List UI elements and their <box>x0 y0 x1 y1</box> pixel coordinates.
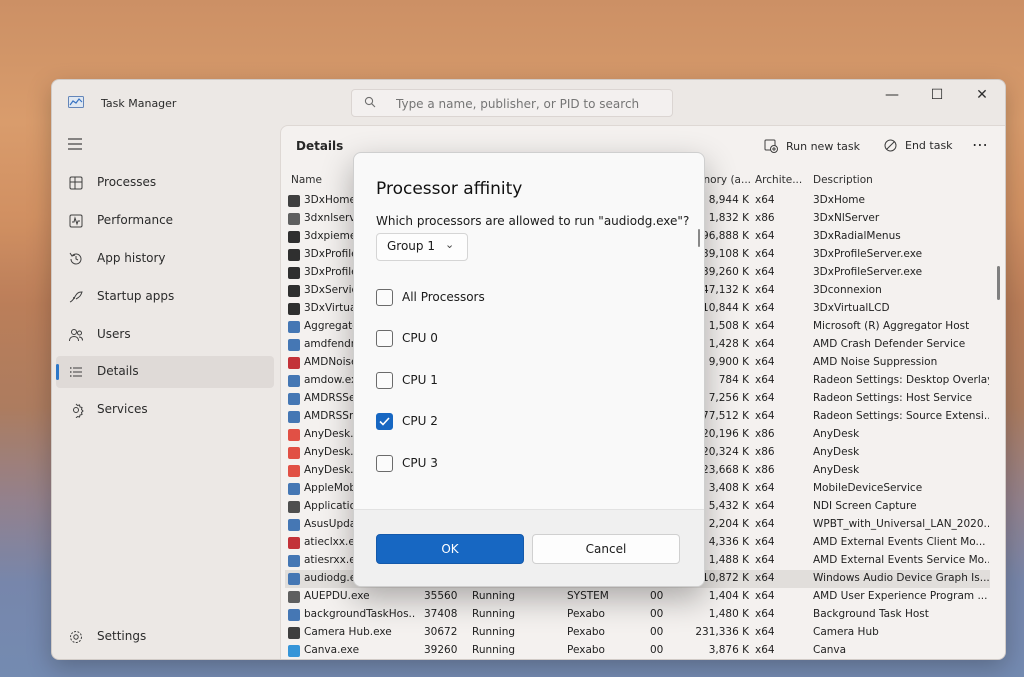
processor-option-label: CPU 1 <box>402 373 438 387</box>
checkbox[interactable] <box>376 412 393 430</box>
processor-option-label: CPU 3 <box>402 456 438 470</box>
group-dropdown[interactable]: Group 1 ⌄ <box>376 233 468 261</box>
checkbox[interactable] <box>376 454 393 472</box>
checkbox[interactable] <box>376 371 393 389</box>
processor-option[interactable]: CPU 3 <box>376 453 438 473</box>
cancel-button[interactable]: Cancel <box>532 534 680 564</box>
group-dropdown-value: Group 1 <box>387 239 435 253</box>
processor-option[interactable]: All Processors <box>376 287 485 307</box>
processor-option-label: CPU 2 <box>402 414 438 428</box>
chevron-down-icon: ⌄ <box>445 238 455 251</box>
processor-option[interactable]: CPU 2 <box>376 411 438 431</box>
dialog-scrollbar[interactable] <box>698 229 700 247</box>
processor-option-label: All Processors <box>402 290 485 304</box>
checkbox[interactable] <box>376 288 393 306</box>
dialog-footer: OK Cancel <box>354 509 704 586</box>
processor-option-label: CPU 0 <box>402 331 438 345</box>
checkbox[interactable] <box>376 329 393 347</box>
processor-affinity-dialog: Processor affinity Which processors are … <box>353 152 705 587</box>
dialog-question: Which processors are allowed to run "aud… <box>376 214 690 228</box>
dialog-title: Processor affinity <box>376 179 523 199</box>
checkmark-icon <box>379 416 390 426</box>
ok-button[interactable]: OK <box>376 534 524 564</box>
processor-option[interactable]: CPU 0 <box>376 328 438 348</box>
processor-option[interactable]: CPU 1 <box>376 370 438 390</box>
